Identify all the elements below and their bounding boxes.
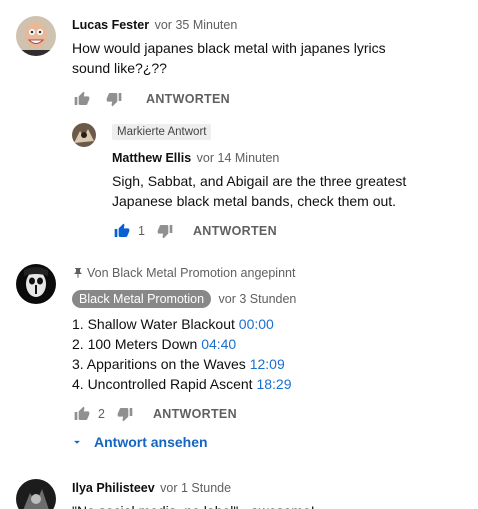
thumbs-down-icon[interactable] <box>104 89 124 109</box>
track-line: 4. Uncontrolled Rapid Ascent 18:29 <box>72 376 292 392</box>
view-replies-button[interactable]: Antwort ansehen <box>70 434 208 450</box>
track-line: 2. 100 Meters Down 04:40 <box>72 336 237 352</box>
comment-author[interactable]: Lucas Fester <box>72 18 149 32</box>
avatar[interactable] <box>16 264 56 304</box>
avatar[interactable] <box>16 16 56 56</box>
reply-actions: 1 ANTWORTEN <box>112 221 277 241</box>
pin-icon <box>74 268 82 278</box>
timestamp-link[interactable]: 12:09 <box>250 356 285 372</box>
thumbs-up-icon[interactable] <box>72 89 92 109</box>
thumbs-down-icon[interactable] <box>155 221 175 241</box>
reply-button[interactable]: ANTWORTEN <box>193 224 277 238</box>
comment-header: Ilya Philisteev vor 1 Stunde <box>72 481 231 495</box>
pinned-label: Von Black Metal Promotion angepinnt <box>87 266 296 280</box>
channel-owner-badge[interactable]: Black Metal Promotion <box>72 290 212 308</box>
comment-text: How would japanes black metal with japan… <box>72 40 386 76</box>
timestamp-link[interactable]: 00:00 <box>239 316 274 332</box>
thumbs-up-icon[interactable] <box>72 404 92 424</box>
timestamp-link[interactable]: 18:29 <box>256 376 291 392</box>
timestamp-link[interactable]: 04:40 <box>201 336 236 352</box>
reply-button[interactable]: ANTWORTEN <box>146 92 230 106</box>
tracklist: 1. Shallow Water Blackout 00:00 2. 100 M… <box>72 314 292 394</box>
comment-header: Black Metal Promotion vor 3 Stunden <box>72 290 296 308</box>
comment-time[interactable]: vor 14 Minuten <box>197 151 280 165</box>
comment-time[interactable]: vor 3 Stunden <box>219 292 297 306</box>
track-line: 1. Shallow Water Blackout 00:00 <box>72 316 274 332</box>
like-count: 1 <box>138 224 145 238</box>
track-line: 3. Apparitions on the Waves 12:09 <box>72 356 285 372</box>
chevron-down-icon <box>74 440 80 444</box>
comment-header: Lucas Fester vor 35 Minuten <box>72 18 237 32</box>
pinned-indicator: Von Black Metal Promotion angepinnt <box>72 266 295 280</box>
comment-actions: 2 ANTWORTEN <box>72 404 237 424</box>
reply-button[interactable]: ANTWORTEN <box>153 407 237 421</box>
comment-time[interactable]: vor 1 Stunde <box>160 481 231 495</box>
view-replies-label: Antwort ansehen <box>94 434 208 450</box>
thumbs-down-icon[interactable] <box>115 404 135 424</box>
comment-actions: ANTWORTEN <box>72 89 230 109</box>
reply-text: Sigh, Sabbat, and Abigail are the three … <box>112 173 407 209</box>
comment-time[interactable]: vor 35 Minuten <box>155 18 238 32</box>
comment-author[interactable]: Ilya Philisteev <box>72 481 155 495</box>
avatar[interactable] <box>16 479 56 509</box>
thumbs-up-icon[interactable] <box>112 221 132 241</box>
like-count: 2 <box>98 407 105 421</box>
comment-author[interactable]: Matthew Ellis <box>112 151 191 165</box>
highlighted-reply-badge: Markierte Antwort <box>112 124 212 140</box>
avatar[interactable] <box>72 123 96 147</box>
comment-text: "No social media, no label" - awesome! <box>72 501 315 509</box>
reply-header: Matthew Ellis vor 14 Minuten <box>112 151 279 165</box>
